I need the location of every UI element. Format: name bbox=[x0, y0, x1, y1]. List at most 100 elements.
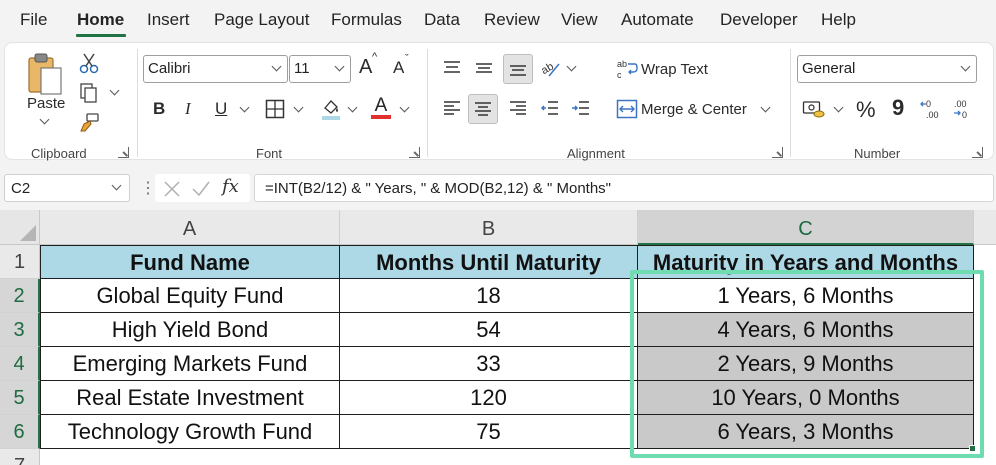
cell-c6[interactable]: 6 Years, 3 Months bbox=[638, 415, 974, 449]
column-header-d[interactable] bbox=[974, 210, 996, 245]
cell-a5[interactable]: Real Estate Investment bbox=[40, 381, 340, 415]
merge-center-dropdown-icon[interactable] bbox=[760, 102, 771, 113]
font-size-select[interactable]: 11 bbox=[289, 55, 351, 83]
borders-icon[interactable] bbox=[263, 97, 287, 121]
menu-data[interactable]: Data bbox=[424, 10, 460, 30]
menu-file[interactable]: File bbox=[20, 10, 47, 30]
increase-font-size-icon[interactable]: A bbox=[359, 56, 372, 79]
chevron-down-icon bbox=[334, 61, 345, 72]
format-painter-icon[interactable] bbox=[77, 111, 101, 135]
font-launcher-icon[interactable] bbox=[409, 147, 420, 158]
align-left-icon[interactable] bbox=[439, 95, 465, 121]
fill-color-dropdown-icon[interactable] bbox=[347, 102, 358, 113]
menu-review[interactable]: Review bbox=[484, 10, 540, 30]
font-name-select[interactable]: Calibri bbox=[143, 55, 288, 83]
empty-row-7[interactable] bbox=[40, 449, 996, 465]
cell-b2[interactable]: 18 bbox=[340, 279, 638, 313]
insert-function-icon[interactable]: fx bbox=[222, 176, 239, 197]
number-format-select[interactable]: General bbox=[797, 55, 977, 83]
more-options-icon[interactable]: ⋮ bbox=[140, 178, 156, 198]
menu-view[interactable]: View bbox=[561, 10, 598, 30]
menu-insert[interactable]: Insert bbox=[147, 10, 190, 30]
bold-button[interactable]: B bbox=[153, 99, 165, 119]
orientation-icon[interactable]: ab bbox=[537, 55, 563, 81]
decrease-indent-icon[interactable] bbox=[537, 95, 563, 121]
font-color-button[interactable]: A bbox=[369, 95, 393, 123]
currency-format-icon[interactable] bbox=[801, 97, 827, 121]
menu-developer[interactable]: Developer bbox=[720, 10, 798, 30]
cell-b4[interactable]: 33 bbox=[340, 347, 638, 381]
row-header-5[interactable]: 5 bbox=[0, 381, 40, 415]
menu-automate[interactable]: Automate bbox=[621, 10, 694, 30]
align-center-icon[interactable] bbox=[468, 94, 498, 124]
align-top-icon[interactable] bbox=[439, 55, 465, 81]
cell-c1[interactable]: Maturity in Years and Months bbox=[638, 245, 974, 279]
cell-b3[interactable]: 54 bbox=[340, 313, 638, 347]
row-header-4[interactable]: 4 bbox=[0, 347, 40, 381]
menu-page-layout[interactable]: Page Layout bbox=[214, 10, 309, 30]
alignment-launcher-icon[interactable] bbox=[772, 147, 783, 158]
increase-decimal-icon[interactable]: 0.00 bbox=[919, 97, 945, 121]
cancel-icon[interactable] bbox=[163, 180, 181, 198]
fill-color-icon[interactable] bbox=[319, 95, 343, 123]
wrap-text-button[interactable]: Wrap Text bbox=[641, 61, 708, 78]
row-header-2[interactable]: 2 bbox=[0, 279, 40, 313]
percent-style-button[interactable]: % bbox=[856, 97, 876, 123]
borders-dropdown-icon[interactable] bbox=[293, 102, 304, 113]
underline-dropdown-icon[interactable] bbox=[239, 102, 250, 113]
number-format-value: General bbox=[802, 60, 856, 77]
fill-handle[interactable] bbox=[969, 445, 976, 452]
align-middle-icon[interactable] bbox=[471, 55, 497, 81]
merge-center-icon[interactable] bbox=[615, 97, 639, 121]
menu-home[interactable]: Home bbox=[77, 10, 124, 30]
cell-a6[interactable]: Technology Growth Fund bbox=[40, 415, 340, 449]
column-header-b[interactable]: B bbox=[340, 210, 638, 245]
cell-c2[interactable]: 1 Years, 6 Months bbox=[638, 279, 974, 313]
increase-indent-icon[interactable] bbox=[568, 95, 594, 121]
italic-button[interactable]: I bbox=[185, 99, 191, 119]
font-color-dropdown-icon[interactable] bbox=[399, 102, 410, 113]
decrease-decimal-icon[interactable]: .00 0 bbox=[951, 97, 977, 121]
cell-a3[interactable]: High Yield Bond bbox=[40, 313, 340, 347]
orientation-dropdown-icon[interactable] bbox=[566, 61, 577, 72]
row-header-1[interactable]: 1 bbox=[0, 245, 40, 279]
cut-icon[interactable] bbox=[77, 51, 101, 75]
number-launcher-icon[interactable] bbox=[972, 147, 983, 158]
cell-a4[interactable]: Emerging Markets Fund bbox=[40, 347, 340, 381]
align-bottom-icon[interactable] bbox=[503, 54, 533, 84]
cell-c5[interactable]: 10 Years, 0 Months bbox=[638, 381, 974, 415]
cell-c3[interactable]: 4 Years, 6 Months bbox=[638, 313, 974, 347]
cell-b5[interactable]: 120 bbox=[340, 381, 638, 415]
cell-c4[interactable]: 2 Years, 9 Months bbox=[638, 347, 974, 381]
enter-icon[interactable] bbox=[191, 180, 211, 198]
copy-dropdown-icon[interactable] bbox=[109, 85, 120, 96]
clipboard-launcher-icon[interactable] bbox=[118, 147, 129, 158]
row-header-6[interactable]: 6 bbox=[0, 415, 40, 449]
column-header-a[interactable]: A bbox=[40, 210, 340, 245]
paste-dropdown-icon[interactable] bbox=[39, 114, 50, 125]
svg-text:.00: .00 bbox=[954, 99, 967, 109]
paste-icon[interactable] bbox=[23, 49, 67, 99]
menu-help[interactable]: Help bbox=[821, 10, 856, 30]
name-box[interactable]: C2 bbox=[4, 174, 130, 202]
cell-b1[interactable]: Months Until Maturity bbox=[340, 245, 638, 279]
underline-button[interactable]: U bbox=[215, 99, 227, 119]
wrap-text-icon[interactable]: ab c bbox=[615, 57, 639, 81]
row-header-3[interactable]: 3 bbox=[0, 313, 40, 347]
select-all-button[interactable] bbox=[0, 210, 40, 245]
paste-label[interactable]: Paste bbox=[27, 95, 65, 112]
svg-text:0: 0 bbox=[962, 110, 967, 120]
menu-formulas[interactable]: Formulas bbox=[331, 10, 402, 30]
align-right-icon[interactable] bbox=[505, 95, 531, 121]
decrease-font-size-icon[interactable]: A bbox=[393, 58, 404, 78]
currency-dropdown-icon[interactable] bbox=[833, 102, 844, 113]
comma-style-button[interactable]: 9 bbox=[892, 95, 904, 121]
merge-center-button[interactable]: Merge & Center bbox=[641, 101, 747, 118]
copy-icon[interactable] bbox=[77, 81, 101, 105]
formula-input[interactable]: =INT(B2/12) & " Years, " & MOD(B2,12) & … bbox=[254, 174, 994, 202]
row-header-7[interactable]: 7 bbox=[0, 449, 40, 465]
cell-a1[interactable]: Fund Name bbox=[40, 245, 340, 279]
column-header-c[interactable]: C bbox=[638, 210, 974, 245]
cell-a2[interactable]: Global Equity Fund bbox=[40, 279, 340, 313]
cell-b6[interactable]: 75 bbox=[340, 415, 638, 449]
